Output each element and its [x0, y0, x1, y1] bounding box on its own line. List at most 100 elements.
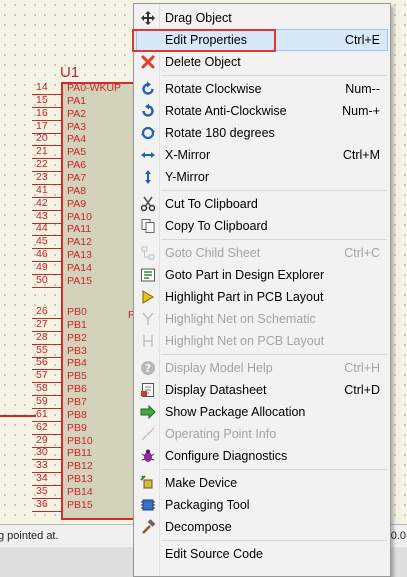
operating-point-icon [140, 426, 156, 442]
menu-item-shortcut: Ctrl+E [344, 33, 380, 47]
pin-name: PA10 [67, 210, 92, 223]
bug-icon [140, 448, 156, 464]
pin-number: 44 [36, 222, 48, 235]
svg-text:?: ? [145, 362, 151, 375]
menu-item-label: Goto Part in Design Explorer [165, 268, 325, 282]
menu-item-rotate-180-degrees[interactable]: Rotate 180 degrees [136, 122, 388, 144]
pin-number: 62 [36, 420, 48, 433]
pin-name: PA8 [67, 184, 87, 197]
menu-item-decompose[interactable]: Decompose [136, 516, 388, 538]
menu-item-label: Highlight Net on Schematic [165, 312, 316, 326]
pin-name: PB4 [67, 357, 87, 370]
menu-item-rotate-anti-clockwise[interactable]: Rotate Anti-Clockwise Num-+ [136, 100, 388, 122]
menu-item-label: Rotate 180 degrees [165, 126, 275, 140]
pin-number: 49 [36, 260, 48, 273]
pin-number: 57 [36, 369, 48, 382]
hammer-icon [140, 519, 156, 535]
pin-number: 16 [36, 106, 48, 119]
pin-number: 29 [36, 433, 48, 446]
menu-item-operating-point-info: Operating Point Info [136, 423, 388, 445]
menu-item-display-model-help: ? Display Model Help Ctrl+H [136, 357, 388, 379]
pin-name: PB5 [67, 370, 87, 383]
help-icon: ? [140, 360, 156, 376]
pin-name: PB8 [67, 408, 87, 421]
menu-item-make-device[interactable]: Make Device [136, 472, 388, 494]
menu-item-label: Decompose [165, 520, 232, 534]
menu-separator [161, 540, 387, 541]
menu-item-copy-to-clipboard[interactable]: Copy To Clipboard [136, 215, 388, 237]
pin-name: PB3 [67, 344, 87, 357]
menu-item-shortcut: Num-- [345, 82, 380, 96]
menu-item-label: Display Datasheet [165, 383, 267, 397]
menu-item-shortcut: Ctrl+C [344, 246, 380, 260]
menu-item-label: Packaging Tool [165, 498, 250, 512]
pin-name: PB0 [67, 306, 87, 318]
pin-number: 23 [36, 170, 48, 183]
pin-number: 43 [36, 209, 48, 222]
menu-item-drag-object[interactable]: Drag Object [136, 7, 388, 29]
pin-name: PA1 [67, 94, 87, 107]
menu-item-packaging-tool[interactable]: Packaging Tool [136, 494, 388, 516]
pin-number: 61 [36, 407, 48, 420]
menu-item-highlight-net-on-pcb-layout: Highlight Net on PCB Layout [136, 330, 388, 352]
design-explorer-icon [140, 267, 156, 283]
scissors-icon [140, 196, 156, 212]
child-sheet-icon [140, 245, 156, 261]
datasheet-icon [140, 382, 156, 398]
pin-number: 36 [36, 497, 48, 510]
menu-separator [161, 469, 387, 470]
net-wire[interactable] [0, 415, 36, 417]
menu-item-label: Make Device [165, 476, 238, 490]
menu-separator [161, 190, 387, 191]
pin-number: 30 [36, 446, 48, 459]
menu-item-y-mirror[interactable]: Y-Mirror [136, 166, 388, 188]
pin-number: 50 [36, 273, 48, 286]
package-icon [140, 404, 156, 420]
menu-separator [161, 354, 387, 355]
menu-item-cut-to-clipboard[interactable]: Cut To Clipboard [136, 193, 388, 215]
menu-item-show-package-allocation[interactable]: Show Package Allocation [136, 401, 388, 423]
menu-item-label: Drag Object [165, 11, 232, 25]
pin-number: 58 [36, 382, 48, 395]
component-label: U1 [60, 64, 80, 81]
pin-number: 17 [36, 119, 48, 132]
net-pcb-icon [140, 333, 156, 349]
pin-number: 34 [36, 472, 48, 485]
pin-name: PB7 [67, 395, 87, 408]
pin-number: 28 [36, 330, 48, 343]
pin-number: 22 [36, 158, 48, 171]
pin-number: 59 [36, 394, 48, 407]
pin-line [32, 286, 63, 288]
menu-item-goto-child-sheet: Goto Child Sheet Ctrl+C [136, 242, 388, 264]
menu-item-goto-part-in-design-explorer[interactable]: Goto Part in Design Explorer [136, 264, 388, 286]
move-cross-icon [140, 10, 156, 26]
pin-name: PA12 [67, 236, 92, 249]
pin-number: 14 [36, 81, 48, 93]
pin-name: PA15 [67, 274, 92, 287]
pin-number: 27 [36, 317, 48, 330]
pin-name: PA6 [67, 159, 87, 172]
menu-item-label: Show Package Allocation [165, 405, 306, 419]
copy-icon [140, 218, 156, 234]
pin-name: PB13 [67, 473, 93, 486]
menu-item-label: Highlight Net on PCB Layout [165, 334, 325, 348]
pin-name: PA13 [67, 249, 92, 262]
pin-number: 46 [36, 248, 48, 261]
menu-item-display-datasheet[interactable]: Display Datasheet Ctrl+D [136, 379, 388, 401]
menu-item-shortcut: Num-+ [342, 104, 380, 118]
menu-separator [161, 75, 387, 76]
menu-item-edit-source-code[interactable]: Edit Source Code [136, 543, 388, 565]
menu-item-label: Delete Object [165, 55, 241, 69]
menu-item-rotate-clockwise[interactable]: Rotate Clockwise Num-- [136, 78, 388, 100]
pin-name: PA4 [67, 133, 87, 146]
menu-item-highlight-part-in-pcb-layout[interactable]: Highlight Part in PCB Layout [136, 286, 388, 308]
pin-name: PA7 [67, 171, 87, 184]
pin-number: 56 [36, 356, 48, 369]
pin-number: 41 [36, 183, 48, 196]
menu-item-delete-object[interactable]: Delete Object [136, 51, 388, 73]
red-x-icon [140, 54, 156, 70]
pin-name: PA0-WKUP [67, 82, 122, 94]
menu-item-configure-diagnostics[interactable]: Configure Diagnostics [136, 445, 388, 467]
pin-number: 33 [36, 459, 48, 472]
menu-item-x-mirror[interactable]: X-Mirror Ctrl+M [136, 144, 388, 166]
